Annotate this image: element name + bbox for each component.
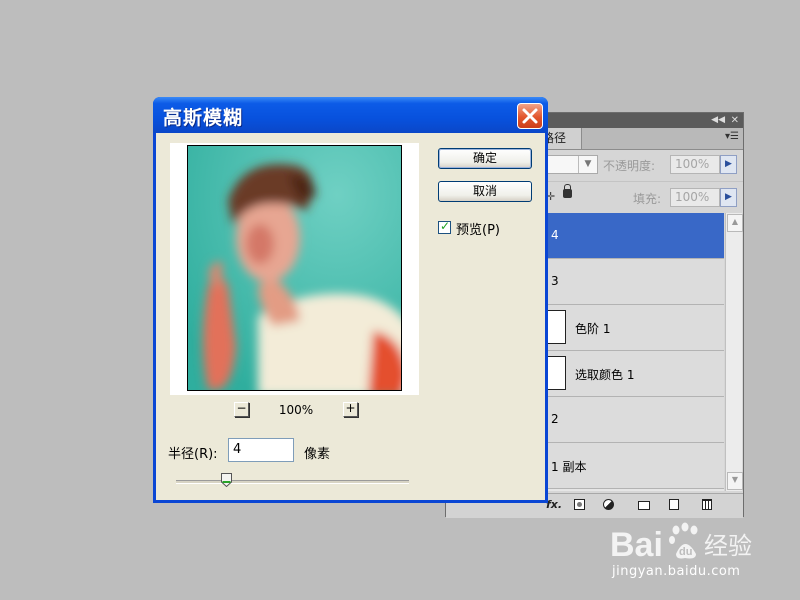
zoom-in-button[interactable]: +	[343, 402, 358, 417]
radius-label: 半径(R):	[168, 447, 218, 462]
fill-input[interactable]: 100%	[670, 188, 720, 207]
adjustment-layer-icon[interactable]	[603, 499, 614, 510]
dialog-title-bar[interactable]: 高斯模糊	[153, 97, 548, 133]
panel-menu-icon[interactable]: ▾☰	[725, 131, 739, 142]
preview-label[interactable]: 预览(P)	[456, 219, 500, 238]
collapse-icon[interactable]: ◀◀	[711, 113, 725, 128]
new-layer-icon[interactable]	[669, 499, 679, 510]
cancel-button[interactable]: 取消	[438, 181, 532, 202]
chevron-down-icon: ▼	[578, 156, 597, 173]
opacity-label: 不透明度:	[603, 159, 656, 173]
fill-dropdown-button[interactable]: ▶	[720, 188, 737, 207]
zoom-out-button[interactable]: −	[234, 402, 249, 417]
preview-frame	[170, 143, 419, 395]
blend-mode-select[interactable]: ▼	[546, 155, 598, 174]
dialog-title: 高斯模糊	[163, 107, 244, 129]
watermark-url: jingyan.baidu.com	[612, 564, 741, 579]
ok-button[interactable]: 确定	[438, 148, 532, 169]
layer-name: 3	[551, 274, 559, 288]
opacity-input[interactable]: 100%	[670, 155, 720, 174]
layer-scrollbar[interactable]: ▲ ▼	[725, 213, 743, 491]
svg-text:du: du	[679, 546, 692, 558]
preview-checkbox[interactable]: ✓	[438, 219, 451, 234]
scroll-down-icon[interactable]: ▼	[727, 472, 743, 490]
layer-mask-thumbnail[interactable]	[548, 310, 566, 344]
zoom-level: 100%	[278, 403, 314, 417]
close-icon	[522, 108, 538, 124]
scroll-up-icon[interactable]: ▲	[727, 214, 743, 232]
radius-unit-label: 像素	[304, 447, 331, 462]
checkmark-icon: ✓	[440, 219, 451, 233]
layer-name: 2	[551, 412, 559, 426]
layer-name: 4	[551, 228, 559, 242]
close-icon[interactable]: ✕	[731, 113, 739, 128]
layer-mask-thumbnail[interactable]	[548, 356, 566, 390]
folder-icon[interactable]	[638, 501, 650, 510]
add-mask-icon[interactable]	[574, 499, 585, 510]
blur-preview-image[interactable]	[187, 145, 402, 391]
layer-name: 色阶 1	[575, 322, 611, 336]
opacity-dropdown-button[interactable]: ▶	[720, 155, 737, 174]
svg-text:Bai: Bai	[610, 526, 663, 564]
trash-icon[interactable]	[702, 499, 712, 510]
lock-icon[interactable]	[563, 184, 572, 198]
radius-slider-thumb[interactable]	[221, 473, 232, 487]
radius-input[interactable]: 4	[228, 438, 294, 462]
svg-text:经验: 经验	[704, 532, 752, 560]
layer-style-icon[interactable]: fx.	[546, 498, 562, 512]
gaussian-blur-dialog: 高斯模糊 − 100% + 确定 取消 ✓ 预览(P) 半径(R): 4 像素	[153, 97, 548, 503]
radius-slider-track[interactable]	[176, 480, 409, 484]
dialog-body: − 100% + 确定 取消 ✓ 预览(P) 半径(R): 4 像素	[156, 133, 545, 500]
layer-name: 选取颜色 1	[575, 368, 635, 382]
layer-name: 1 副本	[551, 460, 587, 474]
close-button[interactable]	[517, 103, 543, 129]
fill-label: 填充:	[633, 192, 662, 206]
